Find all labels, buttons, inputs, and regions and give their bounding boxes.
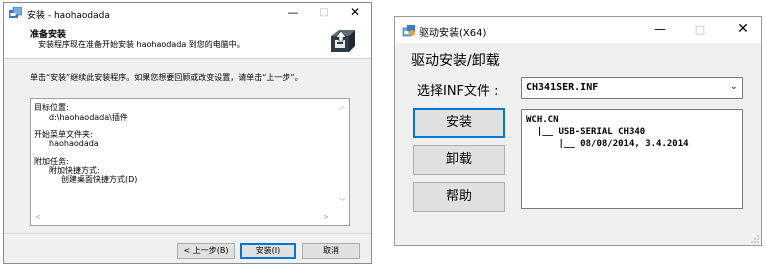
scroll-up-icon[interactable]: ︿ xyxy=(339,101,346,111)
inf-file-value: CH341SER.INF xyxy=(526,82,599,93)
resize-grip-icon[interactable] xyxy=(751,235,759,243)
driver-uninstall-button[interactable]: 卸载 xyxy=(413,145,505,175)
footer-divider xyxy=(4,233,371,234)
page-subtitle: 安装程序现在准备开始安装 haohaodada 到您的电脑中。 xyxy=(38,40,245,49)
vertical-scrollbar[interactable]: ︿ ﹀ xyxy=(335,99,349,211)
inf-file-label: 选择INF文件 : xyxy=(417,84,499,99)
scroll-down-icon[interactable]: ﹀ xyxy=(339,197,346,207)
driver-install-button[interactable]: 安装 xyxy=(413,108,505,138)
installer-box-icon xyxy=(328,27,356,55)
installer-app-icon xyxy=(9,7,22,18)
driver-info-box: WCH.CN |__ USB-SERIAL CH340 |__ 08/08/20… xyxy=(521,109,743,209)
horizontal-scrollbar[interactable]: < > xyxy=(31,211,336,225)
scroll-left-icon[interactable]: < xyxy=(35,213,41,221)
installer-title: 安装 - haohaodada xyxy=(27,11,110,21)
back-button[interactable]: < 上一步(B) xyxy=(177,243,235,259)
install-uninstall-group-label: 驱动安装/卸载 xyxy=(411,53,500,69)
install-button[interactable]: 安装(I) xyxy=(240,243,296,259)
driver-maximize-button[interactable]: □ xyxy=(685,21,715,39)
inf-file-select[interactable]: CH341SER.INF ⌄ xyxy=(521,77,743,99)
installer-window: 安装 - haohaodada — □ ✕ 准备安装 安装程序现在准备开始安装 … xyxy=(3,2,372,264)
driver-app-icon xyxy=(402,25,415,37)
intro-text: 单击“安装”继续此安装程序。如果您想要回顾或改变设置，请单击“上一步”。 xyxy=(30,73,303,82)
maximize-button[interactable]: □ xyxy=(309,4,339,21)
chevron-down-icon[interactable]: ⌄ xyxy=(730,81,738,92)
tasks-item: 创建桌面快捷方式(D) xyxy=(61,175,138,184)
driver-titlebar: 驱动安装(X64) — □ ✕ xyxy=(395,17,761,43)
scroll-right-icon[interactable]: > xyxy=(323,213,329,221)
cancel-button[interactable]: 取消 xyxy=(302,243,360,259)
installer-titlebar: 安装 - haohaodada — □ ✕ xyxy=(4,3,371,23)
driver-window: 驱动安装(X64) — □ ✕ 驱动安装/卸载 选择INF文件 : CH341S… xyxy=(394,16,762,246)
minimize-button[interactable]: — xyxy=(278,4,308,21)
driver-help-button[interactable]: 帮助 xyxy=(413,182,505,212)
driver-title: 驱动安装(X64) xyxy=(419,28,487,39)
close-button[interactable]: ✕ xyxy=(340,4,370,21)
installer-header: 准备安装 安装程序现在准备开始安装 haohaodada 到您的电脑中。 xyxy=(4,23,371,59)
destination-value: d:\haohaodada\插件 xyxy=(49,113,128,122)
driver-close-button[interactable]: ✕ xyxy=(728,21,758,39)
start-menu-value: haohaodada xyxy=(49,139,99,148)
install-summary-box[interactable]: 目标位置: d:\haohaodada\插件 开始菜单文件夹: haohaoda… xyxy=(30,98,350,226)
driver-minimize-button[interactable]: — xyxy=(645,21,675,39)
